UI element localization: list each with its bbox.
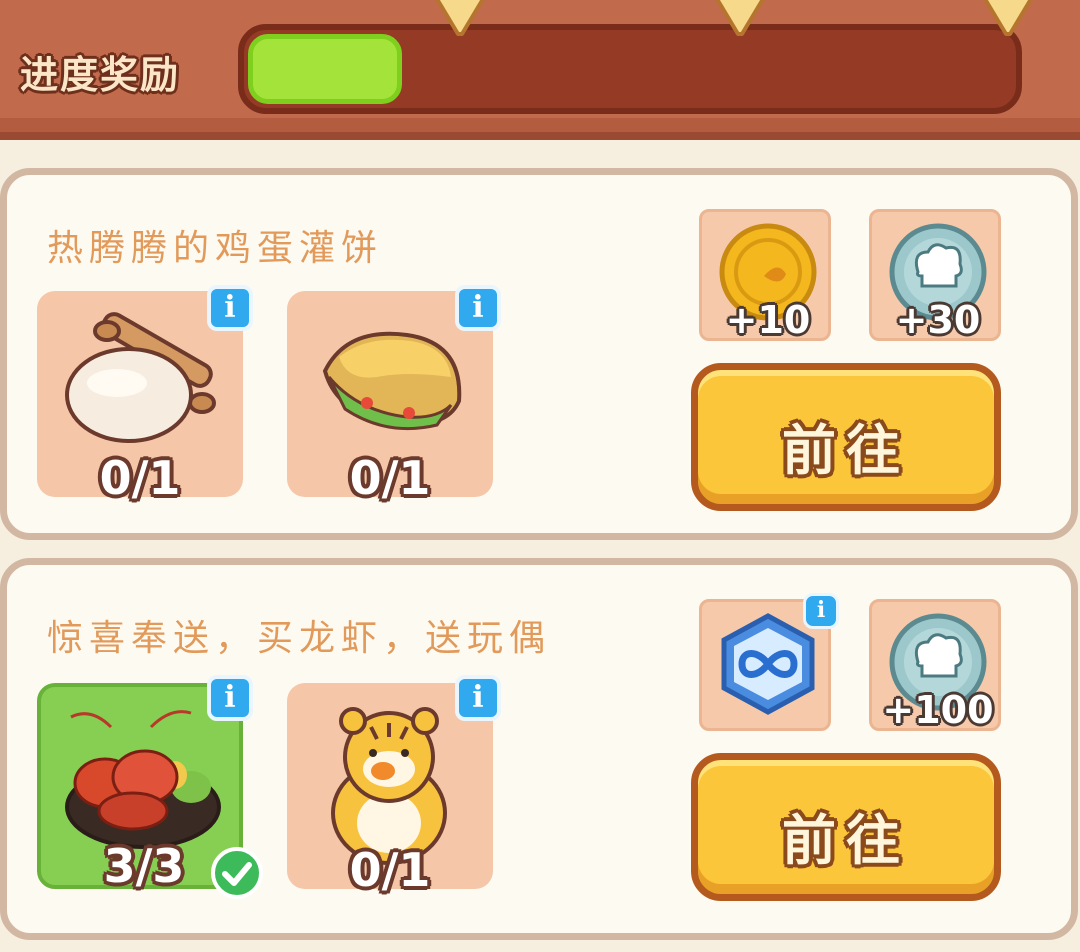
info-icon[interactable]: i — [207, 285, 253, 331]
milestone-marker-2-icon[interactable] — [712, 0, 768, 40]
progress-reward-label: 进度奖励 — [20, 53, 181, 97]
reward-slot-coin[interactable]: +10 — [699, 209, 831, 342]
go-button[interactable]: 前往 — [691, 363, 1001, 511]
requirement-count: 0/1 — [349, 451, 431, 505]
info-icon[interactable]: i — [803, 593, 839, 629]
go-button-label: 前往 — [782, 419, 910, 482]
checkmark-icon — [211, 847, 263, 899]
requirement-count: 0/1 — [349, 843, 431, 897]
reward-amount: +100 — [882, 688, 994, 732]
milestone-marker-1-icon[interactable] — [432, 0, 488, 40]
quest-card-egg-pancake: 热腾腾的鸡蛋灌饼 0/1 i 0/1 i +10 +30 前往 — [0, 168, 1078, 540]
bar-shadow — [0, 118, 1080, 132]
reward-slot-chef-token[interactable]: +30 — [869, 209, 1001, 342]
info-icon[interactable]: i — [455, 675, 501, 721]
reward-amount: +10 — [725, 298, 811, 342]
reward-slot-chef-token[interactable]: +100 — [869, 599, 1001, 732]
progress-reward-bar: 进度奖励 — [0, 0, 1080, 140]
quest-title: 热腾腾的鸡蛋灌饼 — [47, 228, 384, 269]
info-icon[interactable]: i — [455, 285, 501, 331]
quest-title: 惊喜奉送，买龙虾，送玩偶 — [47, 618, 552, 659]
go-button[interactable]: 前往 — [691, 753, 1001, 901]
quest-card-crayfish: 惊喜奉送，买龙虾，送玩偶 3/3 i 0/1 i i +100 前往 — [0, 558, 1078, 940]
reward-amount: +30 — [895, 298, 981, 342]
requirement-count: 0/1 — [99, 451, 181, 505]
milestone-marker-3-icon[interactable] — [980, 0, 1036, 40]
progress-track — [238, 24, 1022, 114]
go-button-label: 前往 — [782, 809, 910, 872]
progress-fill — [248, 34, 402, 104]
info-icon[interactable]: i — [207, 675, 253, 721]
